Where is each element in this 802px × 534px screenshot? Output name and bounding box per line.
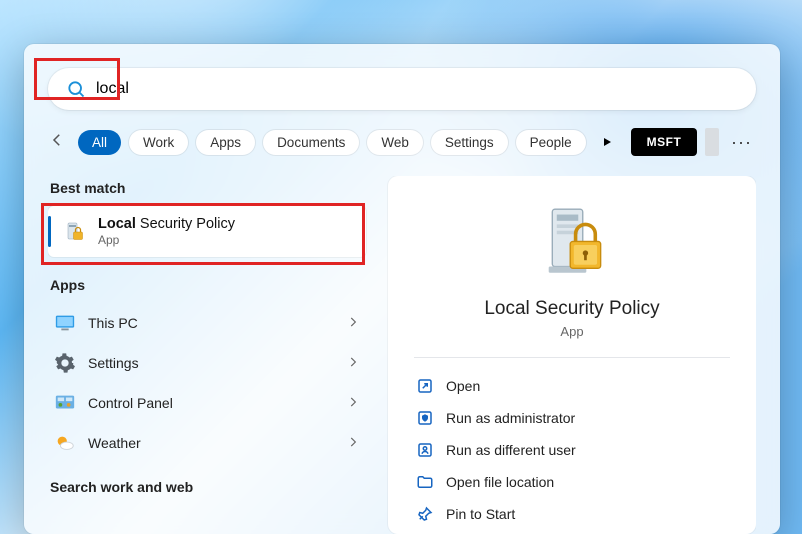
search-box[interactable]: [48, 68, 756, 110]
action-run-admin[interactable]: Run as administrator: [414, 402, 730, 434]
results-column: Best match Local Security Policy App App…: [48, 176, 366, 534]
folder-icon: [416, 473, 434, 491]
control-panel-icon: [54, 392, 76, 414]
action-run-user[interactable]: Run as different user: [414, 434, 730, 466]
best-match-label: Best match: [50, 180, 366, 196]
action-pin-start[interactable]: Pin to Start: [414, 498, 730, 530]
monitor-icon: [54, 312, 76, 334]
search-work-web-label: Search work and web: [50, 479, 366, 495]
preview-hero-icon: [529, 202, 615, 288]
account-button[interactable]: MSFT: [631, 128, 698, 156]
action-open-location[interactable]: Open file location: [414, 466, 730, 498]
chevron-right-icon: [346, 315, 360, 332]
action-label: Run as administrator: [446, 410, 575, 426]
app-label: Settings: [88, 355, 139, 371]
filter-row: All Work Apps Documents Web Settings Peo…: [48, 128, 756, 156]
action-open[interactable]: Open: [414, 370, 730, 402]
back-arrow-icon[interactable]: [48, 131, 66, 154]
best-match-subtitle: App: [98, 233, 235, 247]
search-window: All Work Apps Documents Web Settings Peo…: [24, 44, 780, 534]
local-security-policy-icon: [62, 220, 86, 244]
best-match-result[interactable]: Local Security Policy App: [48, 206, 366, 257]
filter-documents[interactable]: Documents: [263, 130, 359, 155]
filter-settings[interactable]: Settings: [431, 130, 508, 155]
open-icon: [416, 377, 434, 395]
divider: [414, 357, 730, 358]
user-icon: [416, 441, 434, 459]
more-icon[interactable]: ···: [727, 132, 756, 153]
preview-panel: Local Security Policy App Open Run as ad…: [388, 176, 756, 534]
action-label: Open file location: [446, 474, 554, 490]
app-item-settings[interactable]: Settings: [48, 343, 366, 383]
filter-web[interactable]: Web: [367, 130, 423, 155]
gear-icon: [54, 352, 76, 374]
app-label: This PC: [88, 315, 138, 331]
chevron-right-icon: [346, 355, 360, 372]
action-label: Run as different user: [446, 442, 576, 458]
preview-title: Local Security Policy: [414, 298, 730, 320]
filter-people[interactable]: People: [516, 130, 586, 155]
search-icon: [66, 79, 86, 99]
app-label: Control Panel: [88, 395, 173, 411]
play-icon[interactable]: [600, 136, 615, 148]
shield-icon: [416, 409, 434, 427]
filter-apps[interactable]: Apps: [196, 130, 255, 155]
chevron-right-icon: [346, 395, 360, 412]
app-item-this-pc[interactable]: This PC: [48, 303, 366, 343]
app-item-control-panel[interactable]: Control Panel: [48, 383, 366, 423]
action-label: Pin to Start: [446, 506, 515, 522]
weather-icon: [54, 432, 76, 454]
filter-work[interactable]: Work: [129, 130, 188, 155]
preview-subtitle: App: [414, 324, 730, 339]
app-item-weather[interactable]: Weather: [48, 423, 366, 463]
pin-icon: [416, 505, 434, 523]
chevron-right-icon: [346, 435, 360, 452]
apps-label: Apps: [50, 277, 366, 293]
avatar-placeholder[interactable]: [705, 128, 719, 156]
action-label: Open: [446, 378, 480, 394]
search-input[interactable]: [96, 80, 738, 98]
filter-all[interactable]: All: [78, 130, 121, 155]
app-label: Weather: [88, 435, 141, 451]
best-match-title: Local Security Policy: [98, 216, 235, 232]
